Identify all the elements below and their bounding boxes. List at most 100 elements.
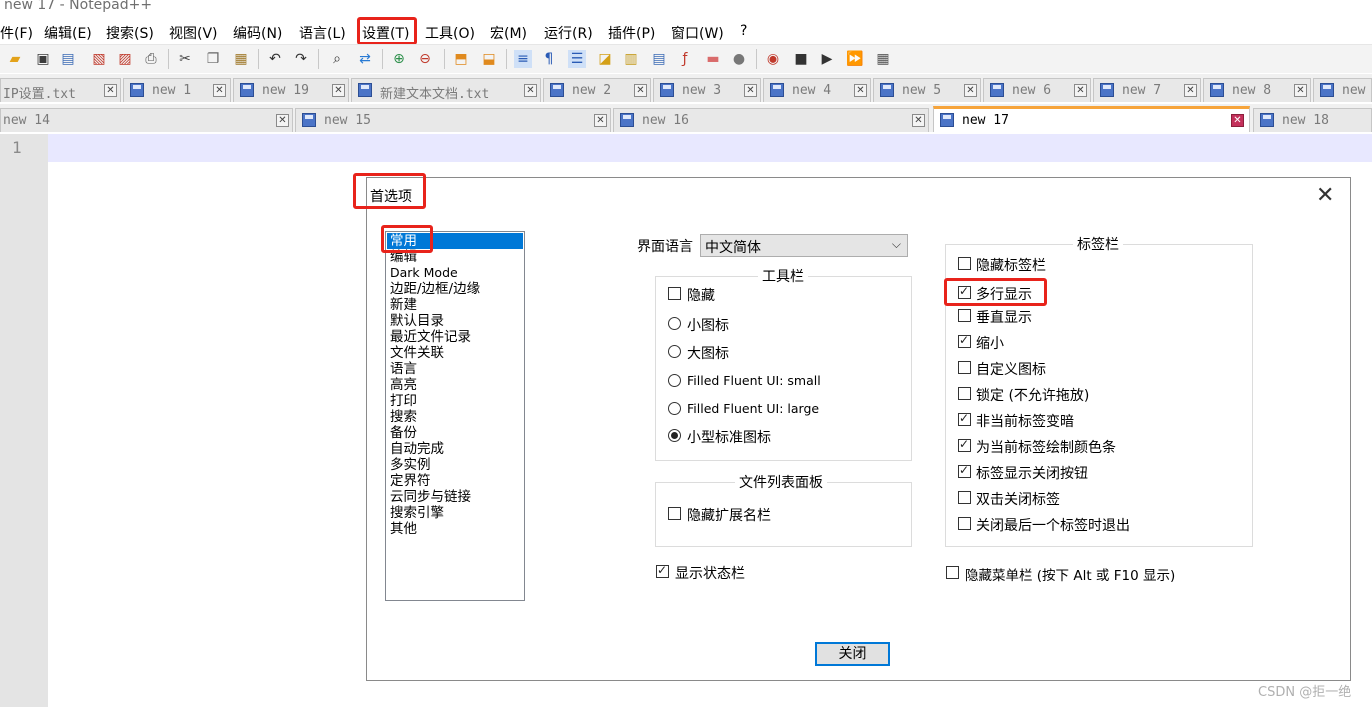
close-button[interactable]: 关闭 — [815, 642, 890, 666]
play-macro-icon[interactable]: ▶ — [818, 50, 836, 68]
category-item-backup[interactable]: 备份 — [390, 425, 417, 441]
tab-new-16[interactable]: new 16 ✕ — [613, 108, 929, 132]
tab-close-icon[interactable]: ✕ — [213, 84, 226, 97]
zoom-out-icon[interactable]: ⊖ — [416, 50, 434, 68]
tab-new-4[interactable]: new 4 ✕ — [763, 78, 871, 102]
menu-language[interactable]: 语言(L) — [299, 23, 346, 43]
close-all-icon[interactable]: ▨ — [116, 50, 134, 68]
category-item-search[interactable]: 搜索 — [390, 409, 417, 425]
paste-icon[interactable]: ▦ — [232, 50, 250, 68]
run-macro-multiple-icon[interactable]: ⏩ — [846, 50, 864, 68]
folder-workspace-icon[interactable]: ▬ — [704, 50, 722, 68]
darken-inactive-checkbox[interactable] — [958, 411, 971, 426]
small-standard-icons-radio[interactable] — [668, 429, 681, 442]
tab-close-icon[interactable]: ✕ — [1184, 84, 1197, 97]
record-macro-icon[interactable]: ◉ — [764, 50, 782, 68]
double-click-close-checkbox[interactable] — [958, 491, 971, 504]
save-macro-icon[interactable]: ▦ — [874, 50, 892, 68]
category-item-recent-files[interactable]: 最近文件记录 — [390, 329, 471, 345]
zoom-in-icon[interactable]: ⊕ — [390, 50, 408, 68]
redo-icon[interactable]: ↷ — [292, 50, 310, 68]
tab-new-19[interactable]: new 19 ✕ — [233, 78, 349, 102]
category-item-dark-mode[interactable]: Dark Mode — [390, 265, 458, 281]
monitor-icon[interactable]: ● — [730, 50, 748, 68]
tab-close-icon[interactable]: ✕ — [332, 84, 345, 97]
tab-close-icon[interactable]: ✕ — [1294, 84, 1307, 97]
category-item-misc[interactable]: 其他 — [390, 521, 417, 537]
tab-new-7[interactable]: new 7 ✕ — [1093, 78, 1201, 102]
fluent-large-radio[interactable] — [668, 402, 681, 415]
current-line-highlight[interactable] — [48, 134, 1372, 162]
small-icons-radio[interactable] — [668, 317, 681, 330]
tab-new-5[interactable]: new 5 ✕ — [873, 78, 981, 102]
cut-icon[interactable]: ✂ — [176, 50, 194, 68]
menu-view[interactable]: 视图(V) — [169, 23, 218, 43]
menu-encoding[interactable]: 编码(N) — [233, 23, 282, 43]
category-item-auto-completion[interactable]: 自动完成 — [390, 441, 444, 457]
tab-new-6[interactable]: new 6 ✕ — [983, 78, 1091, 102]
tab-new-18[interactable]: new 18 — [1253, 108, 1372, 132]
tab-close-icon[interactable]: ✕ — [594, 114, 607, 127]
large-icons-radio[interactable] — [668, 345, 681, 358]
category-item-search-engine[interactable]: 搜索引擎 — [390, 505, 444, 521]
sync-v-icon[interactable]: ⬒ — [452, 50, 470, 68]
menu-run[interactable]: 运行(R) — [544, 23, 593, 43]
menu-macro[interactable]: 宏(M) — [490, 23, 527, 43]
tab-new-2[interactable]: new 2 ✕ — [543, 78, 651, 102]
close-icon[interactable]: ▧ — [90, 50, 108, 68]
doc-map-icon[interactable]: ▥ — [622, 50, 640, 68]
tab-close-icon[interactable]: ✕ — [854, 84, 867, 97]
hide-tabbar-checkbox[interactable] — [958, 257, 971, 270]
category-item-new-document[interactable]: 新建 — [390, 297, 417, 313]
category-item-default-directory[interactable]: 默认目录 — [390, 313, 444, 329]
menu-edit[interactable]: 编辑(E) — [44, 23, 92, 43]
hide-extension-checkbox[interactable] — [668, 507, 681, 520]
tab-new-15[interactable]: new 15 ✕ — [295, 108, 611, 132]
function-list-icon[interactable]: ƒ — [676, 50, 694, 68]
category-item-margins[interactable]: 边距/边框/边缘 — [390, 281, 480, 297]
sync-h-icon[interactable]: ⬓ — [480, 50, 498, 68]
custom-icons-checkbox[interactable] — [958, 361, 971, 374]
dialog-close-icon[interactable]: ✕ — [1316, 183, 1334, 208]
tab-close-icon[interactable]: ✕ — [1074, 84, 1087, 97]
find-icon[interactable]: ⌕ — [328, 50, 346, 68]
word-wrap-icon[interactable]: ≡ — [514, 50, 532, 68]
tab-new-3[interactable]: new 3 ✕ — [653, 78, 761, 102]
category-item-delimiter[interactable]: 定界符 — [390, 473, 431, 489]
tab-close-icon[interactable]: ✕ — [912, 114, 925, 127]
doc-list-icon[interactable]: ▤ — [650, 50, 668, 68]
menu-file[interactable]: 件(F) — [0, 23, 33, 43]
fluent-small-radio[interactable] — [668, 374, 681, 387]
tab-new-1[interactable]: new 1 ✕ — [123, 78, 231, 102]
tab-close-icon[interactable]: ✕ — [524, 84, 537, 97]
show-close-button-checkbox[interactable] — [958, 463, 971, 478]
category-item-print[interactable]: 打印 — [390, 393, 417, 409]
tab-new-14[interactable]: new 14 ✕ — [0, 108, 293, 132]
category-item-highlighting[interactable]: 高亮 — [390, 377, 417, 393]
lock-drag-checkbox[interactable] — [958, 387, 971, 400]
menu-tools[interactable]: 工具(O) — [425, 23, 475, 43]
undo-icon[interactable]: ↶ — [266, 50, 284, 68]
menu-search[interactable]: 搜索(S) — [106, 23, 154, 43]
active-color-bar-checkbox[interactable] — [958, 437, 971, 452]
tab-close-icon[interactable]: ✕ — [1231, 114, 1244, 127]
tab-close-icon[interactable]: ✕ — [634, 84, 647, 97]
hide-toolbar-checkbox[interactable] — [668, 287, 681, 300]
ui-language-select[interactable]: 中文简体 ⌵ — [700, 234, 908, 257]
exit-on-last-tab-checkbox[interactable] — [958, 517, 971, 530]
tab-new-partial[interactable]: new — [1313, 78, 1372, 102]
category-list[interactable]: 常用 编辑 Dark Mode 边距/边框/边缘 新建 默认目录 最近文件记录 … — [385, 231, 525, 601]
hide-menubar-checkbox[interactable] — [946, 566, 959, 579]
tab-new-text-doc[interactable]: 新建文本文档.txt ✕ — [351, 78, 541, 102]
tab-close-icon[interactable]: ✕ — [276, 114, 289, 127]
vertical-checkbox[interactable] — [958, 309, 971, 322]
show-all-chars-icon[interactable]: ¶ — [540, 50, 558, 68]
menu-help[interactable]: ? — [740, 23, 747, 39]
copy-icon[interactable]: ❐ — [204, 50, 222, 68]
open-file-icon[interactable]: ▰ — [6, 50, 24, 68]
save-icon[interactable]: ▣ — [34, 50, 52, 68]
category-item-multi-instance[interactable]: 多实例 — [390, 457, 431, 473]
replace-icon[interactable]: ⇄ — [356, 50, 374, 68]
tab-close-icon[interactable]: ✕ — [744, 84, 757, 97]
tab-new-17-active[interactable]: new 17 ✕ — [933, 106, 1250, 132]
